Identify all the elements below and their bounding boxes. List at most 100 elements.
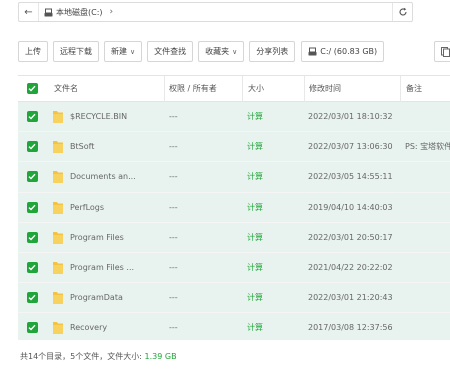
modified-time-cell: 2022/03/07 13:06:30	[308, 142, 393, 152]
summary-footer: 共14个目录，5个文件，文件大小: 1.39 GB	[20, 351, 177, 362]
upload-label: 上传	[25, 47, 41, 56]
check-icon	[26, 292, 38, 304]
file-name[interactable]: Documents an...	[70, 172, 136, 181]
folder-icon	[53, 262, 63, 275]
table-row[interactable]: BtSoft --- 计算 2022/03/07 13:06:30 PS: 宝塔…	[18, 132, 450, 163]
copy-button[interactable]	[434, 41, 450, 62]
table-row[interactable]: PerfLogs --- 计算 2019/04/10 14:40:03	[18, 192, 450, 223]
file-name-cell[interactable]: Program Files	[46, 230, 164, 245]
file-search-label: 文件查找	[154, 47, 187, 56]
file-table: 文件名 权限 / 所有者 大小 修改时间 备注 $RECYCLE.BIN ---…	[18, 75, 450, 340]
table-header: 文件名 权限 / 所有者 大小 修改时间 备注	[18, 76, 450, 102]
header-size[interactable]: 大小	[242, 76, 304, 102]
header-name[interactable]: 文件名	[46, 76, 164, 102]
favorites-dropdown-button[interactable]: 收藏夹 ∨	[198, 41, 245, 62]
row-checkbox[interactable]	[18, 171, 46, 183]
row-checkbox[interactable]	[18, 292, 46, 304]
remote-download-label: 远程下载	[60, 47, 92, 56]
row-checkbox[interactable]	[18, 201, 46, 213]
permission-cell: ---	[169, 293, 178, 303]
permission-cell: ---	[169, 112, 178, 122]
file-name-cell[interactable]: Documents an...	[46, 169, 164, 184]
row-checkbox[interactable]	[18, 141, 46, 153]
modified-time-cell: 2022/03/05 14:55:11	[308, 172, 393, 182]
summary-text: 共14个目录，5个文件，文件大小:	[20, 352, 145, 361]
file-name-cell[interactable]: Recovery	[46, 320, 164, 335]
note-cell[interactable]: PS: 宝塔软件安装	[400, 141, 450, 152]
favorites-label: 收藏夹	[205, 47, 230, 56]
file-name[interactable]: PerfLogs	[70, 203, 104, 212]
toolbar: 上传 远程下载 新建 ∨ 文件查找 收藏夹 ∨ 分享列表 C:/ (60.83 GB…	[18, 41, 385, 63]
table-row[interactable]: Recovery --- 计算 2017/03/08 12:37:56	[18, 313, 450, 340]
back-button[interactable]: ←	[19, 3, 39, 21]
check-icon	[26, 171, 38, 183]
calculate-size-link[interactable]: 计算	[242, 232, 304, 243]
row-checkbox[interactable]	[18, 111, 46, 123]
permission-cell: ---	[169, 323, 178, 333]
row-checkbox[interactable]	[18, 262, 46, 274]
check-icon	[26, 111, 38, 123]
check-icon	[26, 141, 38, 153]
copy-icon	[440, 46, 450, 57]
refresh-icon	[399, 7, 407, 16]
remote-download-button[interactable]: 远程下载	[53, 41, 99, 62]
chevron-down-icon: ∨	[130, 47, 136, 56]
file-name-cell[interactable]: ProgramData	[46, 290, 164, 305]
table-row[interactable]: $RECYCLE.BIN --- 计算 2022/03/01 18:10:32	[18, 102, 450, 133]
disk-label: C:/ (60.83 GB)	[320, 47, 378, 56]
breadcrumb-item-drive[interactable]: 本地磁盘(C:)	[56, 7, 103, 18]
modified-time-cell: 2022/03/01 21:20:43	[308, 293, 393, 303]
file-name[interactable]: Program Files	[70, 233, 124, 242]
file-name-cell[interactable]: BtSoft	[46, 139, 164, 154]
file-name-cell[interactable]: $RECYCLE.BIN	[46, 109, 164, 124]
new-dropdown-button[interactable]: 新建 ∨	[104, 41, 143, 62]
permission-cell: ---	[169, 172, 178, 182]
check-icon	[26, 231, 38, 243]
folder-icon	[53, 322, 63, 335]
address-bar[interactable]: ← 本地磁盘(C:) ›	[18, 2, 413, 22]
file-search-button[interactable]: 文件查找	[147, 41, 194, 62]
modified-time-cell: 2017/03/08 12:37:56	[308, 323, 393, 333]
modified-time-cell: 2022/03/01 20:50:17	[308, 232, 393, 242]
file-name[interactable]: ProgramData	[70, 293, 123, 302]
folder-icon	[53, 171, 63, 184]
calculate-size-link[interactable]: 计算	[242, 262, 304, 273]
check-icon	[26, 322, 38, 334]
row-checkbox[interactable]	[18, 322, 46, 334]
table-row[interactable]: Program Files --- 计算 2022/03/01 20:50:17	[18, 222, 450, 253]
arrow-left-icon: ←	[24, 6, 33, 18]
table-row[interactable]: Program Files ... --- 计算 2021/04/22 20:2…	[18, 252, 450, 284]
folder-icon	[53, 201, 63, 214]
file-name[interactable]: Recovery	[70, 323, 107, 332]
calculate-size-link[interactable]: 计算	[242, 202, 304, 213]
share-list-label: 分享列表	[256, 47, 289, 56]
file-name[interactable]: $RECYCLE.BIN	[70, 112, 127, 121]
calculate-size-link[interactable]: 计算	[242, 141, 304, 152]
header-time[interactable]: 修改时间	[304, 76, 400, 102]
file-name-cell[interactable]: PerfLogs	[46, 200, 164, 215]
share-list-button[interactable]: 分享列表	[249, 41, 296, 62]
header-note: 备注	[400, 76, 450, 102]
select-all-checkbox[interactable]	[18, 76, 46, 102]
calculate-size-link[interactable]: 计算	[242, 292, 304, 303]
permission-cell: ---	[169, 202, 178, 212]
modified-time-cell: 2019/04/10 14:40:03	[308, 202, 393, 212]
file-name-cell[interactable]: Program Files ...	[46, 260, 164, 275]
upload-button[interactable]: 上传	[18, 41, 48, 62]
folder-icon	[53, 111, 63, 124]
disk-select-button[interactable]: C:/ (60.83 GB)	[301, 41, 385, 62]
modified-time-cell: 2022/03/01 18:10:32	[308, 112, 393, 122]
row-checkbox[interactable]	[18, 231, 46, 243]
table-row[interactable]: Documents an... --- 计算 2022/03/05 14:55:…	[18, 162, 450, 193]
check-icon	[26, 262, 38, 274]
calculate-size-link[interactable]: 计算	[242, 322, 304, 333]
table-row[interactable]: ProgramData --- 计算 2022/03/01 21:20:43	[18, 283, 450, 314]
check-icon	[26, 201, 38, 213]
file-name[interactable]: Program Files ...	[70, 263, 134, 272]
refresh-button[interactable]	[392, 3, 412, 21]
calculate-size-link[interactable]: 计算	[242, 171, 304, 182]
calculate-size-link[interactable]: 计算	[242, 111, 304, 122]
permission-cell: ---	[169, 263, 178, 273]
file-name[interactable]: BtSoft	[70, 142, 94, 151]
header-perm[interactable]: 权限 / 所有者	[164, 76, 242, 102]
